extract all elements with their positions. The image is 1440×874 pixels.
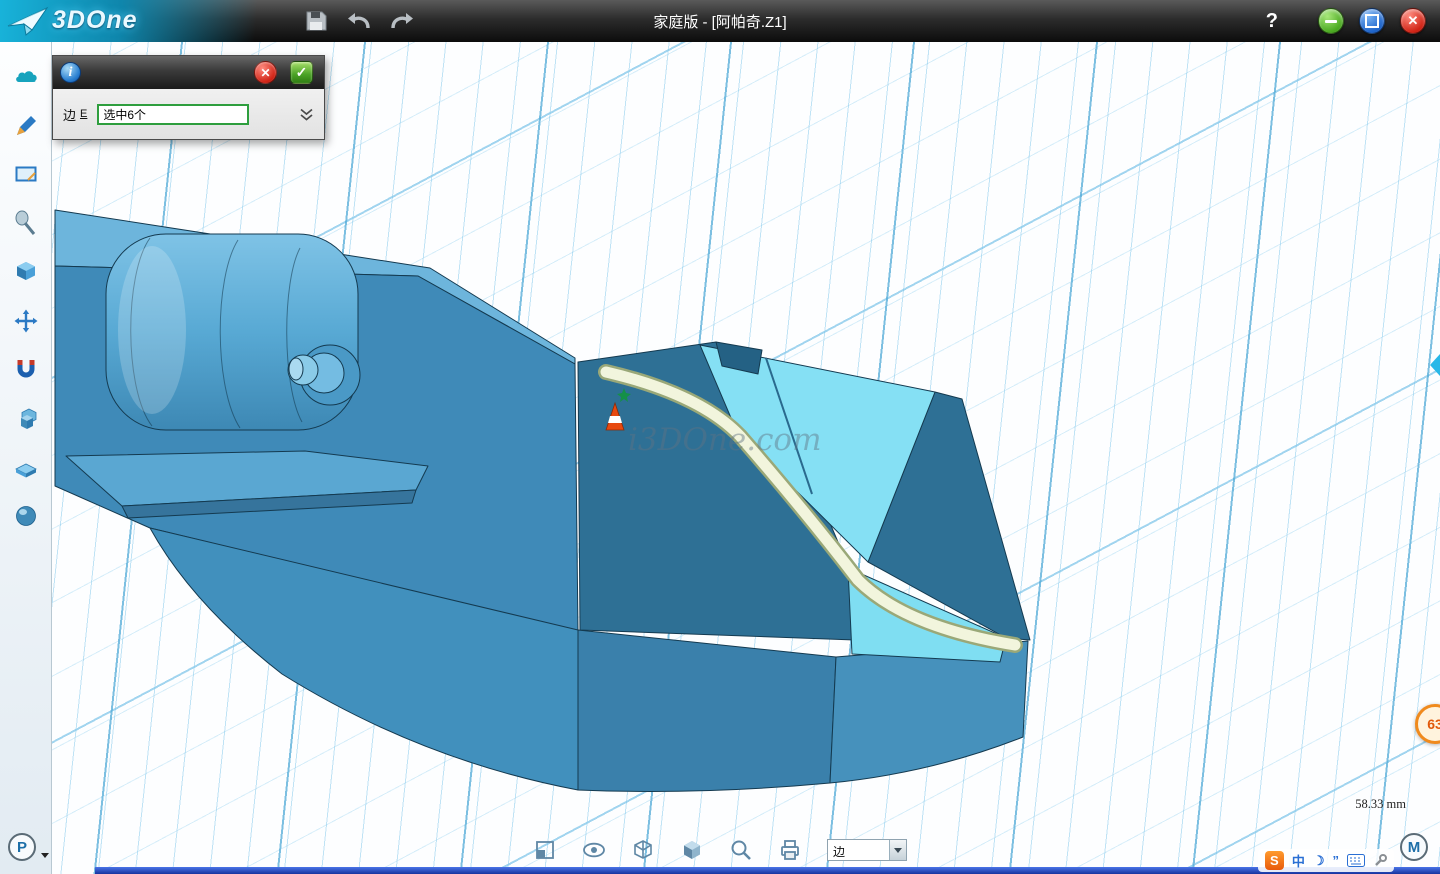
magnet-icon[interactable] bbox=[13, 357, 39, 383]
panel-collapse-arrow-icon[interactable] bbox=[1430, 354, 1440, 376]
watermark: i3DOne.com bbox=[628, 422, 822, 458]
titlebar: 3DOne 家庭 bbox=[0, 0, 1440, 42]
surface-spoon-icon[interactable] bbox=[13, 210, 39, 236]
printer-icon[interactable] bbox=[778, 838, 802, 862]
model-hull-bow[interactable] bbox=[578, 630, 836, 791]
slab-icon[interactable] bbox=[13, 454, 39, 480]
info-icon: i bbox=[60, 62, 81, 83]
expand-chevron-icon[interactable] bbox=[299, 107, 314, 122]
sketch-rectangle-icon[interactable] bbox=[13, 161, 39, 187]
edge-field-label: 边 bbox=[63, 105, 76, 124]
property-corner-arrow-icon[interactable] bbox=[41, 853, 49, 858]
undo-button[interactable] bbox=[346, 8, 372, 34]
combine-cubes-icon[interactable] bbox=[13, 406, 39, 432]
save-icon bbox=[304, 9, 328, 33]
app-window: i3DOne.com 58.33 mm 63 3DOne bbox=[0, 0, 1440, 874]
cone-marker-stripe bbox=[608, 416, 622, 423]
model-engine-pod[interactable] bbox=[106, 234, 360, 430]
window-controls: ✕ bbox=[1318, 8, 1426, 34]
dialog-confirm-button[interactable]: ✓ bbox=[290, 61, 313, 84]
align-view-icon[interactable] bbox=[533, 838, 557, 862]
undo-icon bbox=[346, 9, 372, 33]
shaded-mode-icon[interactable] bbox=[680, 838, 704, 862]
halfwidth-toggle-icon[interactable]: ☽ bbox=[1313, 853, 1325, 869]
sogou-input-icon[interactable]: S bbox=[1265, 851, 1284, 870]
zoom-icon[interactable] bbox=[729, 838, 753, 862]
save-button[interactable] bbox=[303, 8, 329, 34]
edge-field-hotkey: E bbox=[80, 108, 87, 120]
minimize-button[interactable] bbox=[1318, 8, 1344, 34]
maximize-button[interactable] bbox=[1359, 8, 1385, 34]
tray-tools-icon[interactable] bbox=[1373, 854, 1387, 868]
dialog-cancel-button[interactable]: ✕ bbox=[254, 61, 277, 84]
logo-zone: 3DOne bbox=[0, 0, 300, 42]
chinese-mode-toggle[interactable]: 中 bbox=[1292, 851, 1305, 870]
visibility-eye-icon[interactable] bbox=[582, 838, 606, 862]
edge-selection-dialog: i ✕ ✓ 边 E bbox=[52, 55, 325, 140]
edge-selection-input[interactable] bbox=[97, 104, 249, 125]
view-toolbar: 边 bbox=[533, 838, 907, 862]
window-title: 家庭版 - [阿帕奇.Z1] bbox=[653, 0, 786, 42]
close-button[interactable]: ✕ bbox=[1400, 8, 1426, 34]
pick-filter-dropdown[interactable]: 边 bbox=[827, 839, 907, 861]
solid-cube-icon[interactable] bbox=[13, 259, 39, 285]
mini-toolbar-corner-button[interactable]: M bbox=[1400, 833, 1428, 861]
model-viewport[interactable]: i3DOne.com bbox=[0, 42, 1440, 874]
render-sphere-icon[interactable] bbox=[13, 503, 39, 529]
dropdown-arrow-icon[interactable] bbox=[889, 840, 906, 860]
input-method-tray: S 中 ☽ ” bbox=[1258, 849, 1394, 872]
dialog-body: 边 E bbox=[53, 89, 324, 139]
taskbar-strip[interactable] bbox=[95, 867, 1440, 874]
left-toolbar bbox=[0, 42, 52, 874]
transform-arrows-icon[interactable] bbox=[13, 308, 39, 334]
doodle-brush-icon[interactable] bbox=[13, 112, 39, 138]
paper-plane-logo-icon bbox=[7, 5, 49, 37]
viewport-grid[interactable]: i3DOne.com bbox=[0, 42, 1440, 874]
redo-icon bbox=[389, 9, 415, 33]
pick-filter-value: 边 bbox=[828, 840, 889, 860]
redo-button[interactable] bbox=[389, 8, 415, 34]
file-actions bbox=[303, 0, 415, 42]
help-button[interactable]: ? bbox=[1266, 0, 1278, 42]
dialog-header[interactable]: i ✕ ✓ bbox=[53, 56, 324, 89]
preset-shapes-icon[interactable] bbox=[13, 64, 39, 90]
app-logo-text: 3DOne bbox=[52, 6, 138, 35]
dimension-readout: 58.33 mm bbox=[1355, 797, 1406, 812]
property-corner-button[interactable]: P bbox=[8, 833, 36, 861]
soft-keyboard-icon[interactable] bbox=[1347, 854, 1365, 867]
wireframe-mode-icon[interactable] bbox=[631, 838, 655, 862]
punctuation-toggle-icon[interactable]: ” bbox=[1333, 853, 1340, 868]
